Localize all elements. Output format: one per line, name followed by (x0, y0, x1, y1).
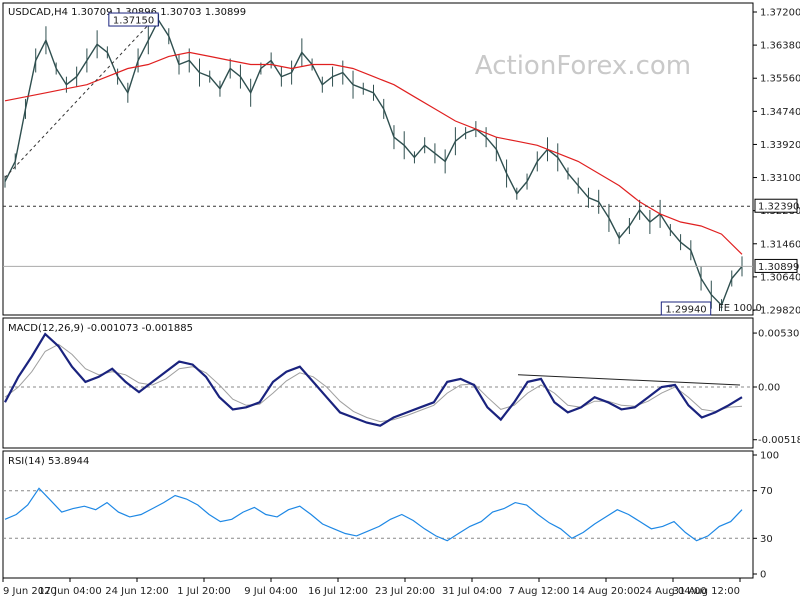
x-axis-label: 1 Jul 20:00 (177, 586, 231, 597)
price-tag: 1.32390 (754, 198, 799, 213)
price-axis-label: 1.37200 (760, 8, 800, 19)
price-axis-label: 1.35560 (760, 74, 800, 85)
rsi-panel-title: RSI(14) 53.8944 (8, 456, 89, 467)
x-axis-label: 24 Jun 12:00 (105, 586, 169, 597)
x-axis-label: 23 Jul 20:00 (375, 586, 435, 597)
x-axis-label: 9 Jul 04:00 (244, 586, 298, 597)
high-annotation: 1.37150 (108, 12, 159, 27)
rsi-axis-label: 100 (760, 451, 779, 462)
high-annotation-text: 1.37150 (113, 16, 154, 27)
low-annotation: 1.29940 (660, 301, 712, 316)
x-axis-label: 17 Jun 04:00 (38, 586, 102, 597)
price-tag: 1.30899 (754, 258, 799, 273)
watermark-text: ActionForex.com (475, 51, 691, 81)
price-axis-label: 1.36380 (760, 41, 800, 52)
price-tag-text: 1.30899 (758, 262, 799, 273)
price-axis-label: 1.34740 (760, 107, 800, 118)
macd-axis-label: 0.00 (758, 383, 780, 394)
price-axis-label: 1.31460 (760, 239, 800, 250)
rsi-axis-label: 30 (760, 534, 773, 545)
price-axis-label: 1.33100 (760, 173, 800, 184)
rsi-axis-label: 70 (760, 486, 773, 497)
x-axis-label: 7 Aug 12:00 (508, 586, 569, 597)
price-tag-text: 1.32390 (758, 202, 799, 213)
chart-background (0, 0, 800, 600)
chart-root: ActionForex.com USDCAD,H4 1.30709 1.3089… (0, 0, 800, 600)
macd-panel-title: MACD(12,26,9) -0.001073 -0.001885 (8, 323, 193, 334)
macd-axis-label: -0.005184 (758, 435, 800, 446)
x-axis-label: 31 Jul 04:00 (442, 586, 502, 597)
rsi-axis-label: 0 (760, 570, 766, 581)
price-axis-label: 1.29820 (760, 306, 800, 317)
macd-axis-label: 0.005302 (758, 329, 800, 340)
x-axis-label: 31 Aug 12:00 (673, 586, 740, 597)
price-axis-label: 1.30640 (760, 272, 800, 283)
fe-annotation-text: FE 100.0 (718, 303, 762, 314)
low-annotation-text: 1.29940 (665, 305, 706, 316)
price-axis-label: 1.33920 (760, 140, 800, 151)
x-axis-label: 14 Aug 20:00 (572, 586, 639, 597)
x-axis-label: 16 Jul 12:00 (308, 586, 368, 597)
